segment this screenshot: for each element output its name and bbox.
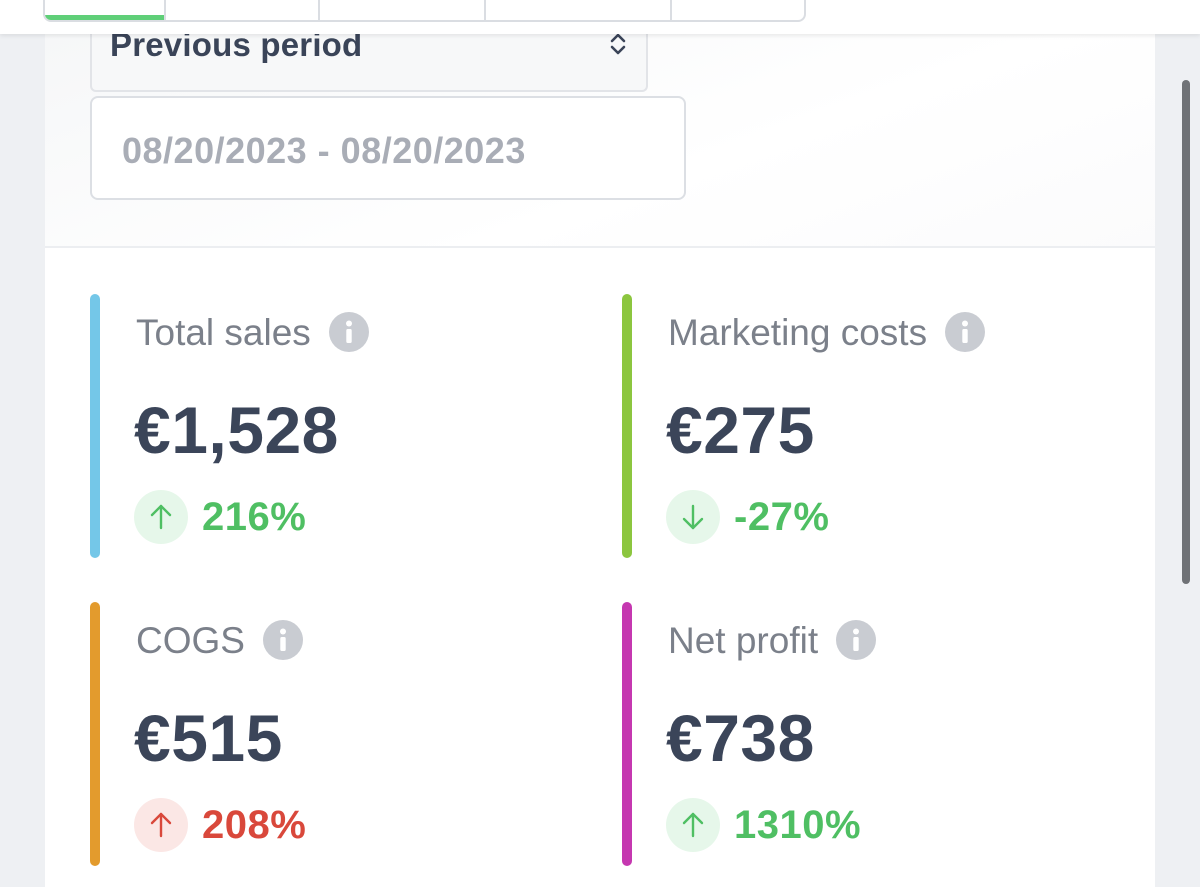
metric-change: 1310% bbox=[666, 798, 861, 852]
tab-2[interactable] bbox=[166, 0, 320, 20]
tab-4[interactable] bbox=[486, 0, 672, 20]
metric-change: 208% bbox=[134, 798, 306, 852]
metric-net-profit: Net profit €738 1310% bbox=[622, 602, 1092, 866]
metric-value: €1,528 bbox=[134, 393, 339, 467]
dashboard-panel: Previous period 08/20/2023 - 08/20/2023 … bbox=[45, 0, 1155, 887]
metric-color-bar bbox=[622, 294, 632, 558]
date-range-text: 08/20/2023 - 08/20/2023 bbox=[122, 130, 526, 171]
chevron-updown-icon bbox=[610, 33, 626, 55]
metric-change: 216% bbox=[134, 490, 306, 544]
scrollbar-track[interactable] bbox=[1155, 34, 1200, 887]
metric-label: Net profit bbox=[668, 620, 877, 662]
metric-total-sales: Total sales €1,528 216% bbox=[90, 294, 560, 558]
info-icon[interactable] bbox=[945, 312, 986, 353]
arrow-up-icon bbox=[134, 490, 188, 544]
metric-value: €738 bbox=[666, 701, 815, 775]
metric-change-text: -27% bbox=[734, 494, 830, 539]
metric-marketing-costs: Marketing costs €275 -27% bbox=[622, 294, 1092, 558]
metric-value: €275 bbox=[666, 393, 815, 467]
comparison-select[interactable]: Previous period bbox=[90, 26, 648, 92]
scrollbar-thumb[interactable] bbox=[1182, 80, 1190, 584]
info-icon[interactable] bbox=[328, 312, 369, 353]
metric-label: Marketing costs bbox=[668, 312, 986, 354]
filter-section: Previous period 08/20/2023 - 08/20/2023 bbox=[45, 26, 1155, 248]
page: Previous period 08/20/2023 - 08/20/2023 … bbox=[0, 0, 1200, 887]
info-icon[interactable] bbox=[262, 620, 303, 661]
metric-label-text: Net profit bbox=[668, 620, 819, 661]
metric-cogs: COGS €515 208% bbox=[90, 602, 560, 866]
arrow-up-icon bbox=[666, 798, 720, 852]
metric-color-bar bbox=[90, 294, 100, 558]
metric-label-text: Marketing costs bbox=[668, 312, 928, 353]
date-range-input[interactable]: 08/20/2023 - 08/20/2023 bbox=[90, 96, 686, 200]
tab-strip bbox=[0, 0, 1200, 34]
info-icon[interactable] bbox=[836, 620, 877, 661]
metric-color-bar bbox=[622, 602, 632, 866]
arrow-up-icon bbox=[134, 798, 188, 852]
metric-label: Total sales bbox=[136, 312, 369, 354]
tab-3[interactable] bbox=[320, 0, 486, 20]
metric-label-text: Total sales bbox=[136, 312, 311, 353]
tab-1[interactable] bbox=[45, 0, 167, 20]
metric-value: €515 bbox=[134, 701, 283, 775]
metric-label: COGS bbox=[136, 620, 303, 662]
metric-label-text: COGS bbox=[136, 620, 245, 661]
metric-change-text: 208% bbox=[202, 802, 307, 847]
arrow-down-icon bbox=[666, 490, 720, 544]
metric-change-text: 216% bbox=[202, 494, 307, 539]
metric-change: -27% bbox=[666, 490, 829, 544]
tab-group bbox=[43, 0, 806, 22]
metric-change-text: 1310% bbox=[734, 802, 862, 847]
metric-color-bar bbox=[90, 602, 100, 866]
tab-5[interactable] bbox=[672, 0, 804, 20]
